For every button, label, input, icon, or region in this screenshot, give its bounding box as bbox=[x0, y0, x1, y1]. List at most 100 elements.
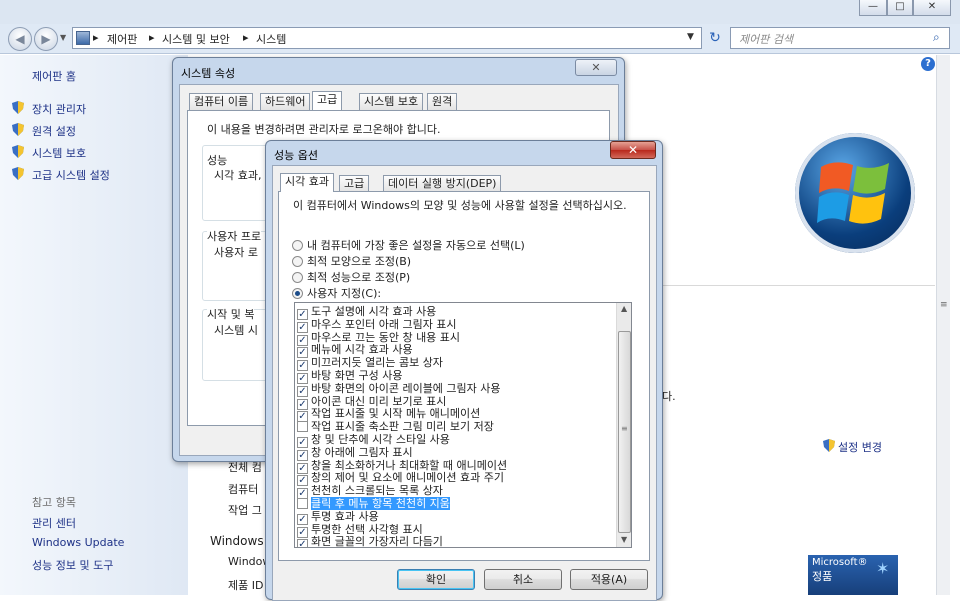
control-panel-home-link[interactable]: 제어판 홈 bbox=[32, 68, 76, 84]
tab-hardware[interactable]: 하드웨어 bbox=[260, 93, 311, 110]
radio-custom[interactable]: 사용자 지정(C): bbox=[292, 285, 381, 300]
breadcrumb-system[interactable]: 시스템 bbox=[256, 31, 286, 47]
help-icon[interactable]: ? bbox=[921, 57, 935, 71]
checkbox[interactable]: ✓ bbox=[297, 539, 308, 547]
effect-label: 투명한 선택 사각형 표시 bbox=[311, 522, 423, 536]
tab-visual-effects[interactable]: 시각 효과 bbox=[280, 173, 334, 192]
effect-label: 아이콘 대신 미리 보기로 표시 bbox=[311, 394, 447, 408]
effect-item[interactable]: ✓ 창을 최소화하거나 최대화할 때 애니메이션 bbox=[297, 458, 508, 474]
genuine-microsoft-badge[interactable]: Microsoft® 정품 ✶ bbox=[808, 555, 898, 595]
see-also-header: 참고 항목 bbox=[32, 496, 76, 509]
effect-item[interactable]: ✓ 마우스로 끄는 동안 창 내용 표시 bbox=[297, 331, 460, 346]
effect-label: 바탕 화면의 아이콘 레이블에 그림자 사용 bbox=[311, 381, 501, 395]
close-button[interactable]: ✕ bbox=[610, 141, 656, 159]
effect-item[interactable]: ✓ 투명한 선택 사각형 표시 bbox=[297, 522, 423, 538]
effect-label: 창의 제어 및 요소에 애니메이션 효과 주기 bbox=[311, 471, 505, 485]
recent-pages-chevron-icon[interactable]: ▼ bbox=[60, 33, 66, 42]
refresh-icon[interactable]: ↻ bbox=[705, 27, 725, 49]
search-input[interactable]: 제어판 검색 ⌕ bbox=[730, 27, 950, 49]
effect-item[interactable]: ✓ 바탕 화면의 아이콘 레이블에 그림자 사용 bbox=[297, 381, 501, 397]
shield-icon bbox=[12, 101, 24, 114]
cancel-button[interactable]: 취소 bbox=[484, 569, 562, 590]
effect-item[interactable]: ✓ 아이콘 대신 미리 보기로 표시 bbox=[297, 394, 447, 410]
radio-button[interactable] bbox=[292, 272, 303, 283]
search-icon[interactable]: ⌕ bbox=[933, 30, 940, 45]
radio-best-appearance[interactable]: 최적 모양으로 조정(B) bbox=[292, 253, 411, 268]
effect-item[interactable]: ✓ 천천히 스크롤되는 목록 상자 bbox=[297, 484, 443, 500]
windows-update-link[interactable]: Windows Update bbox=[32, 536, 124, 549]
scroll-thumb[interactable]: ≡ bbox=[618, 331, 631, 533]
checkbox[interactable] bbox=[297, 421, 308, 433]
breadcrumb-control-panel[interactable]: 제어판 bbox=[107, 31, 137, 47]
tab-system-protection[interactable]: 시스템 보호 bbox=[359, 93, 424, 110]
effect-item[interactable]: ✓ 도구 설명에 시각 효과 사용 bbox=[297, 305, 437, 320]
remote-settings-link[interactable]: 원격 설정 bbox=[32, 123, 76, 139]
visual-effects-list[interactable]: ✓ 도구 설명에 시각 효과 사용 ✓ 마우스 포인터 아래 그림자 표시 ✓ 마우스로 … bbox=[294, 302, 632, 548]
radio-button[interactable] bbox=[292, 256, 303, 267]
performance-group-title: 성능 bbox=[207, 154, 228, 167]
effect-item[interactable]: ✓ 바탕 화면 구성 사용 bbox=[297, 369, 403, 384]
settings-shield-icon bbox=[823, 439, 835, 455]
checkbox[interactable] bbox=[297, 498, 308, 509]
tab-dep[interactable]: 데이터 실행 방지(DEP) bbox=[383, 175, 502, 192]
radio-let-windows-choose[interactable]: 내 컴퓨터에 가장 좋은 설정을 자동으로 선택(L) bbox=[292, 237, 525, 252]
effect-item[interactable]: ✓ 창의 제어 및 요소에 애니메이션 효과 주기 bbox=[297, 471, 505, 487]
visual-effects-description: 이 컴퓨터에서 Windows의 모양 및 성능에 사용할 설정을 선택하십시오… bbox=[293, 199, 627, 212]
effect-item[interactable]: 작업 표시줄 축소판 그림 미리 보기 저장 bbox=[297, 420, 494, 433]
device-manager-link[interactable]: 장치 관리자 bbox=[32, 101, 86, 117]
dialog-title: 성능 옵션 bbox=[274, 149, 318, 162]
system-protection-link[interactable]: 시스템 보호 bbox=[32, 145, 86, 161]
minimize-button[interactable]: — bbox=[859, 0, 887, 16]
effect-label: 바탕 화면 구성 사용 bbox=[311, 369, 403, 382]
close-window-button[interactable]: ✕ bbox=[913, 0, 951, 16]
list-scrollbar[interactable]: ▲ ≡ ▼ bbox=[616, 303, 631, 547]
effect-label: 작업 표시줄 및 시작 메뉴 애니메이션 bbox=[311, 407, 481, 421]
effect-item[interactable]: ✓ 메뉴에 시각 효과 사용 bbox=[297, 343, 413, 359]
address-bar[interactable]: ▸ 제어판 ▸ 시스템 및 보안 ▸ 시스템 ▼ bbox=[72, 27, 702, 49]
change-settings-link[interactable]: 설정 변경 bbox=[838, 439, 882, 455]
tab-computer-name[interactable]: 컴퓨터 이름 bbox=[189, 93, 254, 110]
workgroup-label: 작업 그 bbox=[228, 504, 262, 517]
breadcrumb-system-security[interactable]: 시스템 및 보안 bbox=[162, 31, 230, 47]
breadcrumb-separator-icon[interactable]: ▸ bbox=[243, 31, 249, 44]
breadcrumb-separator-icon[interactable]: ▸ bbox=[93, 31, 99, 44]
effect-item[interactable]: ✓ 투명 효과 사용 bbox=[297, 509, 379, 525]
effect-item[interactable]: 클릭 후 메뉴 항목 천천히 지움 bbox=[297, 497, 450, 510]
scroll-grip-icon: ≡ bbox=[940, 300, 948, 310]
effect-label: 투명 효과 사용 bbox=[311, 509, 379, 523]
maximize-button[interactable]: □ bbox=[887, 0, 913, 16]
effect-label: 창을 최소화하거나 최대화할 때 애니메이션 bbox=[311, 458, 508, 472]
action-center-link[interactable]: 관리 센터 bbox=[32, 515, 76, 531]
effect-item[interactable]: ✓ 화면 글꼴의 가장자리 다듬기 bbox=[297, 535, 443, 547]
ok-button[interactable]: 확인 bbox=[397, 569, 475, 590]
radio-label: 내 컴퓨터에 가장 좋은 설정을 자동으로 선택(L) bbox=[307, 239, 525, 252]
scroll-up-icon[interactable]: ▲ bbox=[621, 304, 627, 313]
computer-description-label: 컴퓨터 bbox=[228, 483, 259, 496]
forward-button[interactable]: ▶ bbox=[34, 27, 58, 51]
effect-item[interactable]: ✓ 창 아래에 그림자 표시 bbox=[297, 446, 413, 461]
close-button[interactable]: ✕ bbox=[575, 59, 617, 76]
windows-logo bbox=[795, 133, 915, 253]
description-fragment: 다. bbox=[662, 390, 676, 403]
radio-best-performance[interactable]: 최적 성능으로 조정(P) bbox=[292, 269, 410, 284]
tab-remote[interactable]: 원격 bbox=[427, 93, 458, 110]
effect-item[interactable]: ✓ 작업 표시줄 및 시작 메뉴 애니메이션 bbox=[297, 407, 481, 423]
effect-item[interactable]: ✓ 미끄러지듯 열리는 콤보 상자 bbox=[297, 356, 443, 372]
tab-advanced[interactable]: 고급 bbox=[312, 91, 343, 110]
advanced-system-settings-link[interactable]: 고급 시스템 설정 bbox=[32, 167, 110, 183]
breadcrumb-separator-icon[interactable]: ▸ bbox=[149, 31, 155, 44]
scroll-down-icon[interactable]: ▼ bbox=[621, 535, 627, 544]
radio-button[interactable] bbox=[292, 240, 303, 251]
tab-advanced[interactable]: 고급 bbox=[339, 175, 370, 192]
performance-tools-link[interactable]: 성능 정보 및 도구 bbox=[32, 557, 113, 573]
main-scrollbar[interactable]: ≡ bbox=[936, 55, 950, 595]
startup-recovery-group-text: 시스템 시 bbox=[214, 324, 258, 337]
address-dropdown-icon[interactable]: ▼ bbox=[687, 32, 694, 42]
effect-item[interactable]: ✓ 창 및 단추에 시각 스타일 사용 bbox=[297, 433, 450, 448]
scroll-grip-icon: ≡ bbox=[621, 424, 628, 433]
effect-item[interactable]: ✓ 마우스 포인터 아래 그림자 표시 bbox=[297, 318, 457, 333]
radio-button[interactable] bbox=[292, 288, 303, 299]
apply-button[interactable]: 적용(A) bbox=[570, 569, 648, 590]
back-button[interactable]: ◀ bbox=[8, 27, 32, 51]
effect-label: 도구 설명에 시각 효과 사용 bbox=[311, 305, 437, 318]
